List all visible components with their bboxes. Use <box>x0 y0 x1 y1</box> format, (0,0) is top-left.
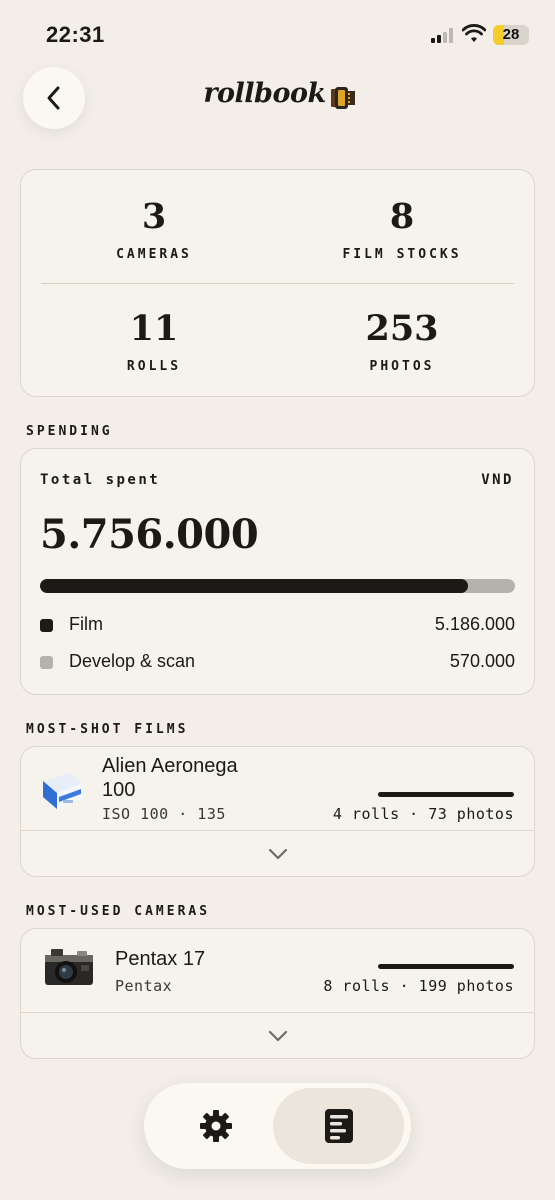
total-spent-label: Total spent <box>40 472 161 488</box>
legend-value: 5.186.000 <box>434 614 515 634</box>
expand-films-button[interactable] <box>21 830 534 876</box>
spending-section-label: SPENDING <box>26 424 113 439</box>
tab-settings[interactable] <box>150 1088 281 1164</box>
stat-label: ROLLS <box>126 359 182 374</box>
tab-bar <box>144 1083 411 1169</box>
tab-stats[interactable] <box>273 1088 404 1164</box>
stat-value: 253 <box>365 308 439 349</box>
app-title: rollbook <box>203 78 326 109</box>
list-item[interactable]: Alien Aeronega 100 ISO 100 · 135 4 rolls… <box>21 747 534 830</box>
legend-row-film: Film 5.186.000 <box>40 614 515 638</box>
film-stats: 4 rolls · 73 photos <box>332 805 514 823</box>
spending-bar <box>40 579 515 593</box>
battery-icon: 28 <box>493 25 529 45</box>
films-section-label: MOST-SHOT FILMS <box>26 722 189 737</box>
stat-value: 11 <box>129 308 179 349</box>
stat-value: 8 <box>389 196 415 237</box>
stat-cameras: 3 CAMERAS <box>29 196 279 263</box>
film-usage-bar <box>378 792 514 797</box>
expand-cameras-button[interactable] <box>21 1012 534 1058</box>
total-spent-amount: 5.756.000 <box>40 511 259 558</box>
stat-rolls: 11 ROLLS <box>29 308 279 375</box>
legend-label: Film <box>69 614 103 634</box>
films-card: Alien Aeronega 100 ISO 100 · 135 4 rolls… <box>20 746 535 877</box>
stat-label: FILM STOCKS <box>342 247 462 262</box>
stats-icon <box>324 1109 353 1143</box>
film-canister-icon <box>331 87 355 109</box>
legend-swatch-film <box>40 619 53 632</box>
stats-card: 3 CAMERAS 8 FILM STOCKS 11 ROLLS 253 PHO… <box>20 169 535 397</box>
camera-brand: Pentax <box>115 977 173 995</box>
stat-value: 3 <box>141 196 167 237</box>
camera-thumbnail <box>45 949 93 985</box>
status-bar: 22:31 28 <box>0 0 555 70</box>
legend-value: 570.000 <box>449 651 515 671</box>
spending-card: Total spent VND 5.756.000 Film 5.186.000… <box>20 448 535 695</box>
legend-swatch-develop <box>40 656 53 669</box>
camera-name: Pentax 17 <box>115 948 206 970</box>
list-item[interactable]: Pentax 17 Pentax 8 rolls · 199 photos <box>21 929 534 1012</box>
chevron-down-icon <box>268 1030 287 1041</box>
status-time: 22:31 <box>46 22 105 47</box>
gear-icon <box>199 1110 232 1142</box>
film-subtitle: ISO 100 · 135 <box>102 805 226 823</box>
currency-label: VND <box>481 472 514 488</box>
cameras-section-label: MOST-USED CAMERAS <box>26 904 211 919</box>
wifi-icon <box>462 24 486 42</box>
stat-label: CAMERAS <box>116 247 192 262</box>
cellular-signal-icon <box>431 28 453 43</box>
film-name-line2: 100 <box>102 779 136 801</box>
battery-level: 28 <box>502 26 520 43</box>
legend-row-develop-scan: Develop & scan 570.000 <box>40 651 515 675</box>
cameras-card: Pentax 17 Pentax 8 rolls · 199 photos <box>20 928 535 1059</box>
stat-photos: 253 PHOTOS <box>277 308 527 375</box>
camera-usage-bar <box>378 964 514 969</box>
camera-stats: 8 rolls · 199 photos <box>323 977 514 995</box>
stat-label: PHOTOS <box>369 359 435 374</box>
divider <box>41 283 514 284</box>
chevron-down-icon <box>268 848 287 859</box>
film-name: Alien Aeronega <box>102 755 238 777</box>
stat-film-stocks: 8 FILM STOCKS <box>277 196 527 263</box>
film-box-thumbnail <box>43 773 83 809</box>
spending-bar-film-fill <box>40 579 468 593</box>
legend-label: Develop & scan <box>69 651 196 671</box>
